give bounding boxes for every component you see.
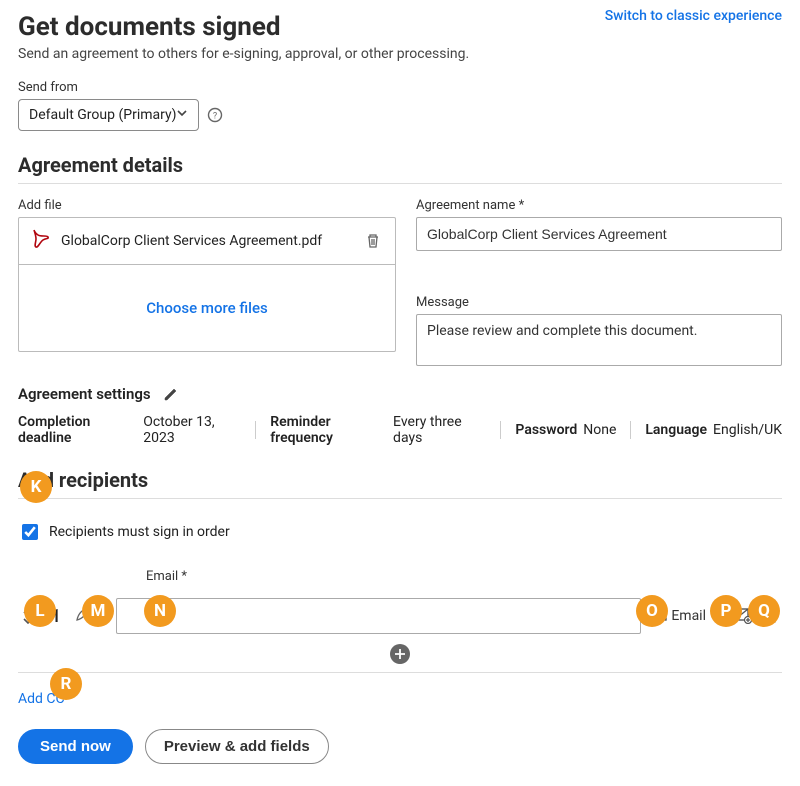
- send-now-button[interactable]: Send now: [18, 729, 133, 764]
- file-name: GlobalCorp Client Services Agreement.pdf: [61, 233, 363, 249]
- separator: [630, 421, 631, 439]
- add-private-message-icon[interactable]: [730, 606, 754, 626]
- recipient-order-number: 1: [46, 606, 66, 627]
- reminder-frequency-label: Reminder frequency: [270, 414, 387, 446]
- send-from-label: Send from: [18, 80, 782, 95]
- add-recipient-button[interactable]: [390, 644, 410, 664]
- agreement-settings-title: Agreement settings: [18, 385, 151, 403]
- delete-recipient-icon[interactable]: [762, 606, 782, 626]
- completion-deadline-value: October 13, 2023: [143, 414, 241, 446]
- chevron-down-icon: [176, 107, 188, 123]
- separator: [255, 421, 256, 439]
- preview-add-fields-button[interactable]: Preview & add fields: [145, 729, 329, 764]
- recipient-role-select[interactable]: [74, 605, 108, 627]
- add-recipients-title: Add recipients: [18, 468, 782, 492]
- page-subtitle: Send an agreement to others for e-signin…: [18, 46, 782, 62]
- completion-deadline-label: Completion deadline: [18, 414, 137, 446]
- add-recipient-row: [18, 644, 782, 673]
- recipient-email-label: Email *: [146, 569, 187, 584]
- chevron-down-icon: [96, 608, 108, 624]
- sign-in-order-label: Recipients must sign in order: [49, 524, 230, 540]
- language-value: English/UK: [713, 422, 782, 438]
- agreement-name-input[interactable]: [416, 217, 782, 251]
- recipient-row: 1 Email: [18, 598, 782, 634]
- pdf-icon: [31, 228, 51, 254]
- delivery-method-select[interactable]: Email: [649, 607, 722, 625]
- add-cc-link[interactable]: Add CC: [18, 691, 65, 707]
- divider: [18, 183, 782, 184]
- agreement-settings-values: Completion deadlineOctober 13, 2023 Remi…: [18, 414, 782, 446]
- agreement-settings-header: Agreement settings: [18, 384, 782, 404]
- divider: [18, 498, 782, 499]
- sign-in-order-row: Recipients must sign in order: [18, 521, 782, 543]
- send-from-select[interactable]: Default Group (Primary): [18, 99, 199, 131]
- language-label: Language: [645, 422, 707, 438]
- message-textarea[interactable]: Please review and complete this document…: [416, 314, 782, 366]
- password-value: None: [583, 422, 616, 438]
- switch-classic-link[interactable]: Switch to classic experience: [605, 8, 782, 24]
- add-file-label: Add file: [18, 198, 396, 213]
- choose-more-files[interactable]: Choose more files: [19, 265, 395, 351]
- required-star: *: [181, 569, 187, 584]
- trash-icon[interactable]: [363, 231, 383, 251]
- recipient-email-input[interactable]: [116, 598, 641, 634]
- password-label: Password: [515, 422, 577, 438]
- file-box: GlobalCorp Client Services Agreement.pdf…: [18, 217, 396, 352]
- message-label: Message: [416, 295, 782, 310]
- sign-in-order-checkbox[interactable]: [22, 524, 38, 540]
- chevron-down-icon[interactable]: [22, 617, 34, 625]
- chevron-up-icon[interactable]: [22, 607, 34, 615]
- required-star: *: [519, 198, 525, 213]
- file-row: GlobalCorp Client Services Agreement.pdf: [19, 218, 395, 265]
- agreement-name-label: Agreement name *: [416, 198, 782, 213]
- pen-icon: [74, 605, 92, 627]
- separator: [500, 421, 501, 439]
- send-from-value: Default Group (Primary): [29, 107, 176, 123]
- page-container: Switch to classic experience Get documen…: [0, 0, 800, 786]
- help-icon[interactable]: ?: [207, 107, 223, 123]
- agreement-details-title: Agreement details: [18, 153, 782, 177]
- button-row: Send now Preview & add fields: [18, 729, 782, 764]
- envelope-icon: [649, 607, 667, 625]
- delivery-label: Email: [671, 608, 706, 624]
- reminder-frequency-value: Every three days: [393, 414, 486, 446]
- chevron-down-icon: [710, 608, 722, 624]
- order-stepper[interactable]: [18, 607, 38, 625]
- svg-text:?: ?: [213, 112, 217, 122]
- edit-icon[interactable]: [161, 384, 181, 404]
